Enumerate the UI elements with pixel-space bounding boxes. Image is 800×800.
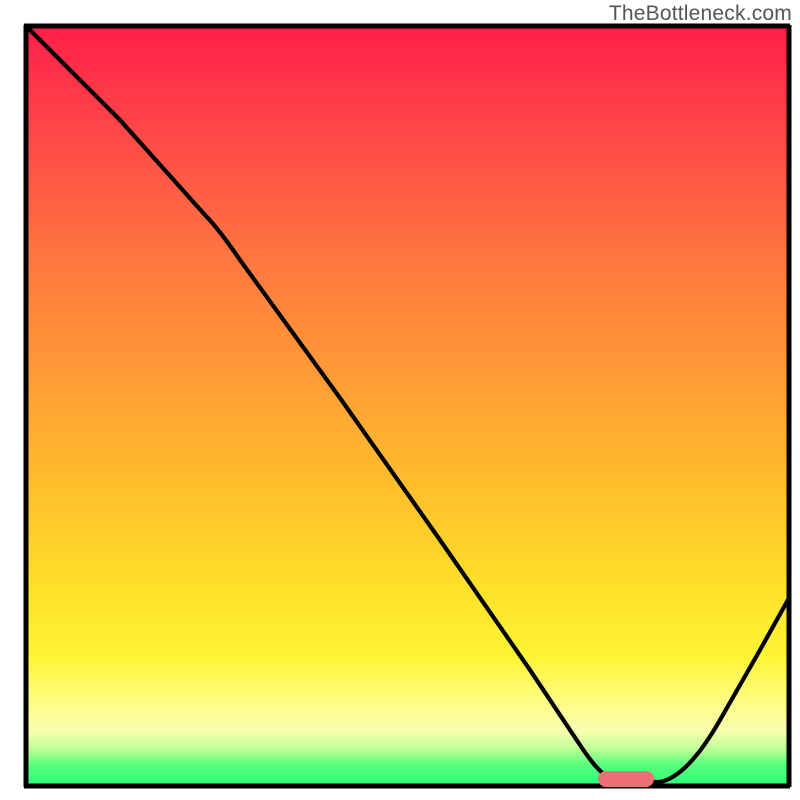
watermark-text: TheBottleneck.com [609, 2, 792, 26]
bottleneck-curve [27, 27, 789, 782]
chart-overlay-svg [0, 0, 800, 800]
optimal-range-marker [598, 771, 654, 787]
chart-stage: TheBottleneck.com [0, 0, 800, 800]
